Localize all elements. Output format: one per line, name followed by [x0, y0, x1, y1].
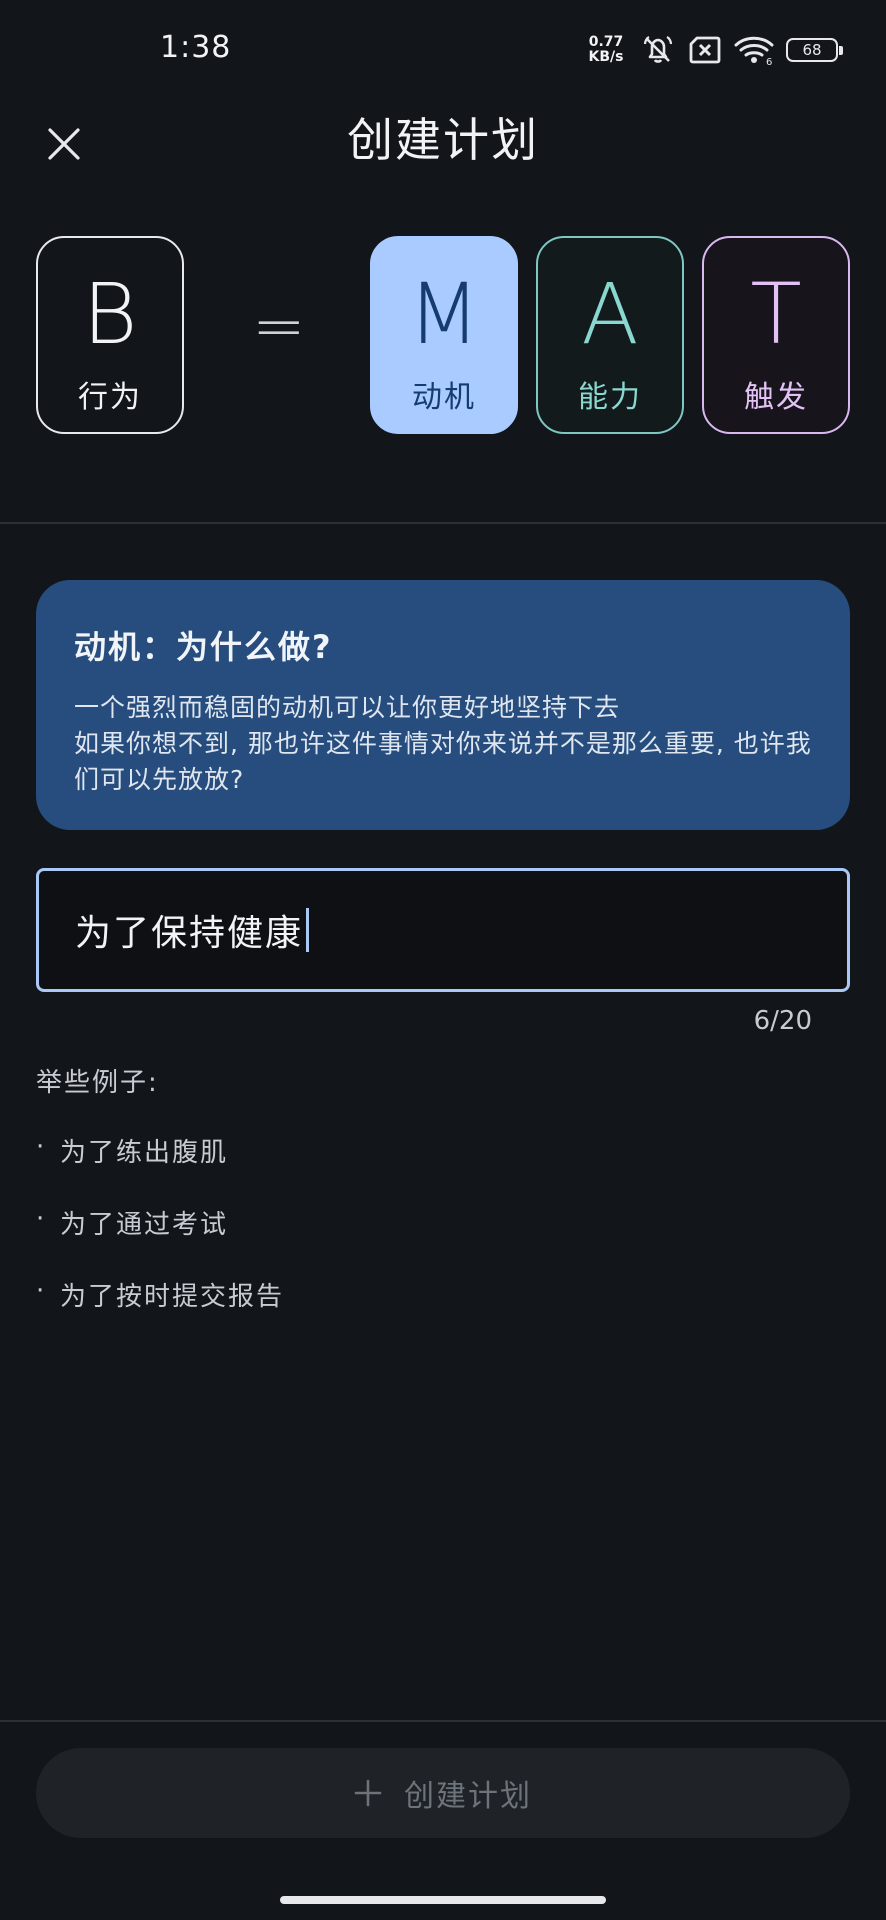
motivation-input-value: 为了保持健康 — [75, 913, 304, 954]
character-count: 6/20 — [753, 1006, 812, 1036]
info-card-line: 如果你想不到, 那也许这件事情对你来说并不是那么重要, 也许我们可以先放放? — [74, 729, 812, 794]
trigger-letter: T — [750, 265, 802, 363]
battery-icon: 68 — [786, 38, 843, 62]
info-card-line: 一个强烈而稳固的动机可以让你更好地坚持下去 — [74, 693, 621, 722]
create-plan-button[interactable]: 创建计划 — [36, 1748, 850, 1838]
motivation-info-card: 动机：为什么做? 一个强烈而稳固的动机可以让你更好地坚持下去 如果你想不到, 那… — [36, 580, 850, 830]
behavior-label: 行为 — [78, 380, 142, 415]
status-time: 1:38 — [160, 30, 232, 65]
example-item: · 为了按时提交报告 — [36, 1276, 284, 1348]
motivation-tile[interactable]: M 动机 — [370, 236, 518, 434]
example-bullet: · — [36, 1204, 47, 1234]
network-speed-unit: KB/s — [588, 49, 624, 65]
network-speed-value: 0.77 — [588, 34, 624, 50]
text-caret — [306, 908, 310, 952]
status-icons: 0.77 KB/s 6 68 — [584, 30, 843, 70]
wifi-6-icon: 6 — [734, 34, 774, 66]
example-text: 为了练出腹肌 — [60, 1138, 229, 1168]
info-card-title: 动机：为什么做? — [74, 628, 333, 666]
examples-label: 举些例子: — [36, 1068, 159, 1098]
bottom-divider — [0, 1720, 886, 1722]
example-bullet: · — [36, 1132, 47, 1162]
section-divider — [0, 522, 886, 524]
bmat-formula: B 行为 = M 动机 A 能力 T 触发 — [36, 236, 850, 434]
status-bar: 1:38 0.77 KB/s 6 68 — [0, 0, 886, 100]
ability-label: 能力 — [578, 380, 642, 415]
header: 创建计划 — [0, 100, 886, 220]
example-text: 为了按时提交报告 — [60, 1282, 285, 1312]
behavior-letter: B — [82, 265, 138, 363]
motivation-label: 动机 — [412, 380, 476, 415]
example-item: · 为了练出腹肌 — [36, 1132, 284, 1204]
info-card-body: 一个强烈而稳固的动机可以让你更好地坚持下去 如果你想不到, 那也许这件事情对你来… — [74, 690, 812, 798]
trigger-label: 触发 — [744, 380, 808, 415]
home-indicator[interactable] — [280, 1896, 606, 1904]
behavior-tile[interactable]: B 行为 — [36, 236, 184, 434]
motivation-input[interactable]: 为了保持健康 — [36, 868, 850, 992]
examples-list: · 为了练出腹肌 · 为了通过考试 · 为了按时提交报告 — [36, 1132, 284, 1348]
motivation-letter: M — [407, 265, 481, 363]
page-title: 创建计划 — [347, 113, 539, 167]
create-plan-label: 创建计划 — [404, 1779, 532, 1814]
ability-tile[interactable]: A 能力 — [536, 236, 684, 434]
mute-bell-icon — [640, 32, 676, 68]
sim-disabled-icon — [688, 35, 722, 65]
trigger-tile[interactable]: T 触发 — [702, 236, 850, 434]
example-text: 为了通过考试 — [60, 1210, 229, 1240]
battery-level: 68 — [802, 41, 822, 59]
ability-letter: A — [581, 265, 639, 363]
plus-icon — [354, 1779, 382, 1807]
network-speed: 0.77 KB/s — [584, 35, 628, 65]
example-item: · 为了通过考试 — [36, 1204, 284, 1276]
svg-text:6: 6 — [766, 57, 772, 66]
example-bullet: · — [36, 1276, 47, 1306]
equals-sign: = — [252, 290, 306, 364]
